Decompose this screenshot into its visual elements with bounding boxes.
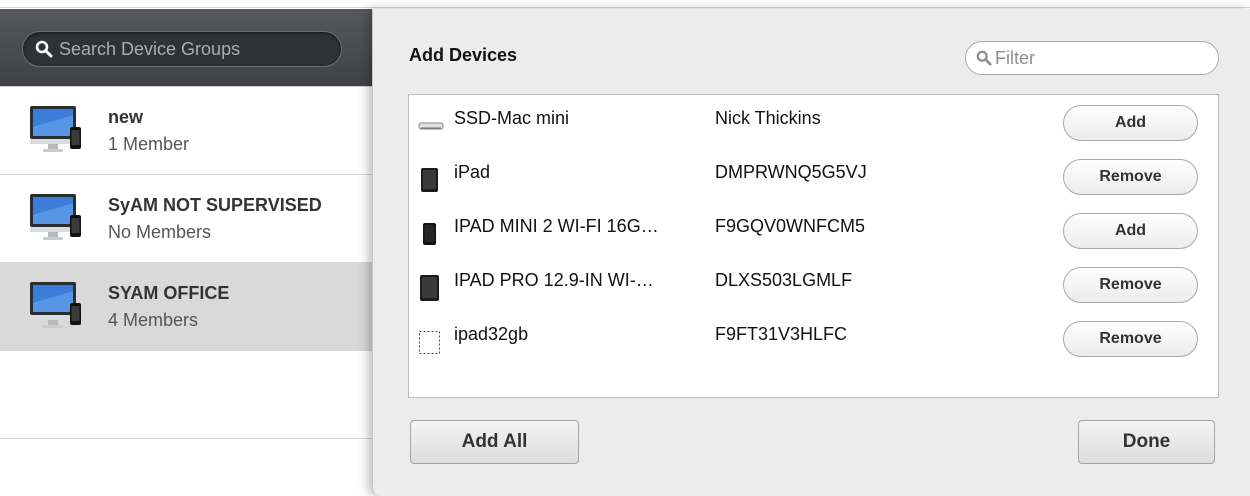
device-name: ipad32gb <box>454 324 529 344</box>
device-groups-sidebar: new 1 Member SyAM NOT SUPERVISED <box>0 9 375 496</box>
device-name: IPAD PRO 12.9-IN WI-… <box>454 270 654 290</box>
device-serial: DLXS503LGMLF <box>715 270 853 290</box>
device-name: SSD-Mac mini <box>454 108 570 128</box>
remove-device-button[interactable]: Remove <box>1063 321 1198 357</box>
device-row: iPad DMPRWNQ5G5VJ Remove <box>409 149 1218 203</box>
group-item-syam-office[interactable]: SYAM OFFICE 4 Members <box>0 263 375 351</box>
panel-title: Add Devices <box>409 45 518 65</box>
device-name: IPAD MINI 2 WI-FI 16G… <box>454 216 659 236</box>
search-icon <box>976 50 992 66</box>
group-name: SyAM NOT SUPERVISED <box>108 195 322 215</box>
add-device-button[interactable]: Add <box>1063 213 1198 249</box>
group-member-count: 4 Members <box>108 310 199 330</box>
device-row: IPAD MINI 2 WI-FI 16G… F9GQV0WNFCM5 Add <box>409 203 1218 257</box>
group-item-new[interactable]: new 1 Member <box>0 87 375 175</box>
search-field[interactable] <box>22 31 342 67</box>
device-row: ipad32gb F9FT31V3HLFC Remove <box>409 311 1218 365</box>
filter-input[interactable] <box>995 47 1205 69</box>
remove-device-button[interactable]: Remove <box>1063 267 1198 303</box>
device-row: SSD-Mac mini Nick Thickins Add <box>409 95 1218 149</box>
group-list: new 1 Member SyAM NOT SUPERVISED No Memb… <box>0 86 375 439</box>
top-border <box>0 0 1250 8</box>
mac-mini-icon <box>418 113 444 141</box>
add-devices-panel: Add Devices SSD-Mac mini Nick Thickins A… <box>372 9 1250 496</box>
ipad-pro-icon <box>418 275 442 303</box>
add-device-button[interactable]: Add <box>1063 105 1198 141</box>
group-member-count: 1 Member <box>108 134 190 154</box>
imac-iphone-icon <box>28 281 84 331</box>
device-list: SSD-Mac mini Nick Thickins Add iPad DMPR… <box>408 94 1219 398</box>
empty-group-slot <box>0 351 375 439</box>
group-name: new <box>108 107 144 127</box>
add-all-button[interactable]: Add All <box>410 420 579 464</box>
unknown-device-icon <box>418 329 442 357</box>
search-icon <box>35 40 53 58</box>
ipad-mini-icon <box>418 221 442 249</box>
group-name: SYAM OFFICE <box>108 283 230 303</box>
device-serial: DMPRWNQ5G5VJ <box>715 162 867 182</box>
remove-device-button[interactable]: Remove <box>1063 159 1198 195</box>
imac-iphone-icon <box>28 105 84 155</box>
done-button[interactable]: Done <box>1078 420 1215 464</box>
device-row: IPAD PRO 12.9-IN WI-… DLXS503LGMLF Remov… <box>409 257 1218 311</box>
group-item-syam-not-supervised[interactable]: SyAM NOT SUPERVISED No Members <box>0 175 375 263</box>
search-device-groups-input[interactable] <box>59 38 319 60</box>
device-serial: Nick Thickins <box>715 108 821 128</box>
search-bar <box>0 9 375 86</box>
filter-field[interactable] <box>965 41 1219 75</box>
device-serial: F9FT31V3HLFC <box>715 324 848 344</box>
device-serial: F9GQV0WNFCM5 <box>715 216 866 236</box>
ipad-icon <box>418 167 442 195</box>
imac-iphone-icon <box>28 193 84 243</box>
device-name: iPad <box>454 162 491 182</box>
group-member-count: No Members <box>108 222 212 242</box>
